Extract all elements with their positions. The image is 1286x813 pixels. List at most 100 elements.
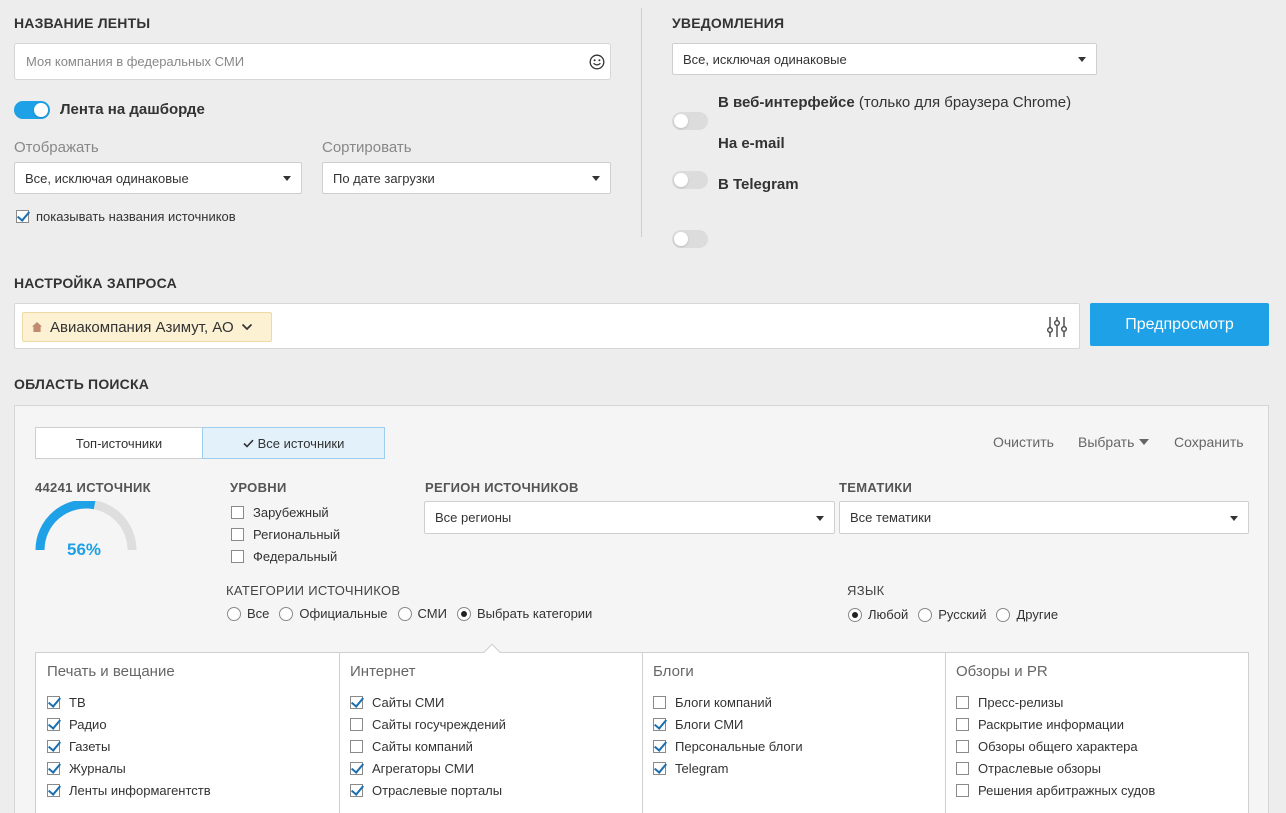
show-source-names-label: показывать названия источников xyxy=(36,208,236,224)
category-radio-media[interactable]: СМИ xyxy=(397,606,447,621)
query-tag[interactable]: Авиакомпания Азимут, АО xyxy=(22,312,272,342)
category-checkbox[interactable] xyxy=(350,717,363,731)
category-column-reviews: Обзоры и PR Пресс-релизы Раскрытие инфор… xyxy=(956,663,1155,801)
region-select-value: Все регионы xyxy=(435,510,512,525)
category-checkbox[interactable] xyxy=(956,695,969,709)
list-item[interactable]: Отраслевые обзоры xyxy=(956,757,1155,779)
topics-title: ТЕМАТИКИ xyxy=(839,480,913,495)
save-link[interactable]: Сохранить xyxy=(1174,434,1244,450)
category-checkbox[interactable] xyxy=(653,761,666,775)
radio-label: Официальные xyxy=(299,606,388,621)
list-item[interactable]: Персональные блоги xyxy=(653,735,803,757)
show-source-names-checkbox[interactable] xyxy=(16,209,29,223)
sort-select-value: По дате загрузки xyxy=(333,170,435,186)
category-checkbox[interactable] xyxy=(956,761,969,775)
radio-label: Русский xyxy=(938,607,987,622)
language-radios: Любой Русский Другие xyxy=(848,607,1058,622)
level-item-foreign[interactable]: Зарубежный xyxy=(231,501,340,523)
column-divider xyxy=(642,653,643,813)
sort-label: Сортировать xyxy=(322,139,412,156)
category-label: Персональные блоги xyxy=(675,738,803,754)
language-radio-other[interactable]: Другие xyxy=(996,607,1058,622)
category-checkbox[interactable] xyxy=(653,717,666,731)
list-item[interactable]: Решения арбитражных судов xyxy=(956,779,1155,801)
category-checkbox[interactable] xyxy=(47,739,60,753)
level-checkbox[interactable] xyxy=(231,527,244,541)
category-checkbox[interactable] xyxy=(653,739,666,753)
radio-button[interactable] xyxy=(227,606,241,621)
radio-button[interactable] xyxy=(848,607,862,622)
category-checkbox[interactable] xyxy=(47,695,60,709)
list-item[interactable]: Сайты госучреждений xyxy=(350,713,506,735)
list-item[interactable]: ТВ xyxy=(47,691,211,713)
radio-button[interactable] xyxy=(996,607,1011,622)
sort-select[interactable]: По дате загрузки xyxy=(322,162,611,194)
telegram-notify-toggle[interactable] xyxy=(672,230,708,248)
region-select[interactable]: Все регионы xyxy=(424,501,835,534)
category-checkbox[interactable] xyxy=(47,717,60,731)
query-title: НАСТРОЙКА ЗАПРОСА xyxy=(14,275,177,291)
email-notify-toggle[interactable] xyxy=(672,171,708,189)
radio-button[interactable] xyxy=(456,606,471,621)
list-item[interactable]: Агрегаторы СМИ xyxy=(350,757,506,779)
list-item[interactable]: Telegram xyxy=(653,757,803,779)
filter-sliders-icon[interactable] xyxy=(1045,315,1069,339)
category-label: Блоги СМИ xyxy=(675,716,744,732)
notifications-select[interactable]: Все, исключая одинаковые xyxy=(672,43,1097,75)
category-radio-choose[interactable]: Выбрать категории xyxy=(456,606,592,621)
web-notify-toggle[interactable] xyxy=(672,112,708,130)
list-item[interactable]: Раскрытие информации xyxy=(956,713,1155,735)
category-radio-official[interactable]: Официальные xyxy=(279,606,388,621)
level-item-regional[interactable]: Региональный xyxy=(231,523,340,545)
list-item[interactable]: Блоги СМИ xyxy=(653,713,803,735)
language-radio-any[interactable]: Любой xyxy=(848,607,908,622)
display-select-value: Все, исключая одинаковые xyxy=(25,170,189,186)
level-label: Региональный xyxy=(253,526,341,542)
list-item[interactable]: Блоги компаний xyxy=(653,691,803,713)
smiley-icon[interactable] xyxy=(589,54,605,70)
radio-button[interactable] xyxy=(397,606,412,621)
feed-name-input[interactable]: Моя компания в федеральных СМИ xyxy=(14,43,611,80)
level-item-federal[interactable]: Федеральный xyxy=(231,545,340,567)
level-checkbox[interactable] xyxy=(231,549,244,563)
list-item[interactable]: Обзоры общего характера xyxy=(956,735,1155,757)
radio-button[interactable] xyxy=(279,606,294,621)
radio-button[interactable] xyxy=(918,607,933,622)
select-dropdown-link[interactable]: Выбрать xyxy=(1078,434,1150,450)
category-radio-all[interactable]: Все xyxy=(227,606,269,621)
category-checkbox[interactable] xyxy=(653,695,666,709)
category-checkbox[interactable] xyxy=(47,783,60,797)
list-item[interactable]: Сайты СМИ xyxy=(350,691,506,713)
category-checkbox[interactable] xyxy=(350,739,363,753)
category-checkbox[interactable] xyxy=(956,717,969,731)
topics-select[interactable]: Все тематики xyxy=(839,501,1249,534)
list-item[interactable]: Радио xyxy=(47,713,211,735)
list-item[interactable]: Журналы xyxy=(47,757,211,779)
category-checkbox[interactable] xyxy=(47,761,60,775)
checkmark-icon xyxy=(243,439,254,448)
tab-top-sources[interactable]: Топ-источники xyxy=(35,427,203,459)
query-input[interactable]: Авиакомпания Азимут, АО xyxy=(14,303,1080,349)
list-item[interactable]: Пресс-релизы xyxy=(956,691,1155,713)
language-radio-russian[interactable]: Русский xyxy=(918,607,986,622)
preview-button[interactable]: Предпросмотр xyxy=(1090,303,1269,346)
list-item[interactable]: Газеты xyxy=(47,735,211,757)
level-checkbox[interactable] xyxy=(231,505,244,519)
category-checkbox[interactable] xyxy=(350,783,363,797)
show-source-names-row[interactable]: показывать названия источников xyxy=(16,205,236,227)
category-checkbox[interactable] xyxy=(350,761,363,775)
list-item[interactable]: Сайты компаний xyxy=(350,735,506,757)
feed-name-placeholder: Моя компания в федеральных СМИ xyxy=(26,54,245,69)
display-select[interactable]: Все, исключая одинаковые xyxy=(14,162,302,194)
category-checkbox[interactable] xyxy=(956,739,969,753)
category-checkbox[interactable] xyxy=(350,695,363,709)
column-title: Печать и вещание xyxy=(47,663,175,680)
list-item[interactable]: Отраслевые порталы xyxy=(350,779,506,801)
category-checkbox[interactable] xyxy=(956,783,969,797)
dashboard-toggle[interactable] xyxy=(14,101,50,119)
list-item[interactable]: Ленты информагентств xyxy=(47,779,211,801)
category-label: Обзоры общего характера xyxy=(978,738,1138,754)
chevron-down-icon[interactable] xyxy=(241,323,253,331)
clear-link[interactable]: Очистить xyxy=(993,434,1054,450)
tab-all-sources[interactable]: Все источники xyxy=(202,427,385,459)
